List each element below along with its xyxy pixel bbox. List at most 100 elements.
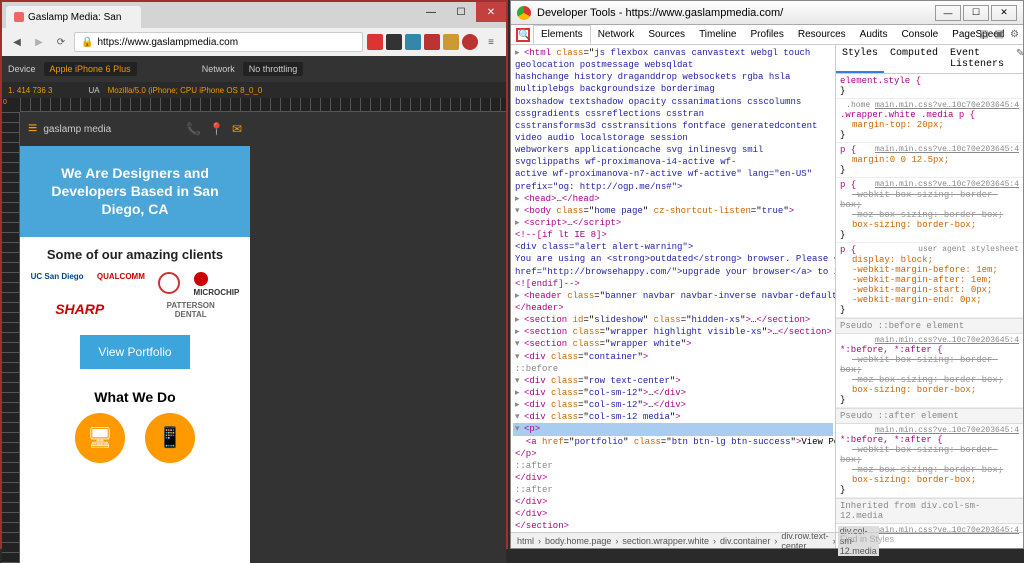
hamburger-icon[interactable]: ≡ — [28, 120, 37, 138]
tab-network[interactable]: Network — [591, 26, 642, 43]
ext-icon-6[interactable] — [462, 34, 478, 50]
hero-heading: We Are Designers and Developers Based in… — [20, 146, 250, 237]
view-portfolio-button[interactable]: View Portfolio — [80, 335, 189, 369]
inherited-col-header: Inherited from div.col-sm-12.media — [836, 498, 1023, 524]
network-selector[interactable]: No throttling — [243, 62, 304, 76]
tab-audits[interactable]: Audits — [853, 26, 895, 43]
client-number-logo — [158, 272, 180, 294]
crumb[interactable]: body.home.page — [543, 536, 613, 546]
mobile-icon[interactable]: 📱 — [145, 413, 195, 463]
element-style-header: element.style { — [840, 76, 921, 86]
location-icon[interactable]: 📍 — [209, 122, 224, 136]
find-in-styles-input[interactable]: Find in Styles — [835, 532, 1023, 548]
devtools-titlebar: Developer Tools - https://www.gaslampmed… — [511, 1, 1023, 25]
crumb[interactable]: div.row.text-center — [779, 531, 830, 551]
desktop-icon[interactable]: 🖥 — [75, 413, 125, 463]
ext-icon-1[interactable] — [367, 34, 383, 50]
reload-button[interactable]: ⟳ — [52, 33, 70, 51]
tab-elements[interactable]: Elements — [533, 25, 591, 44]
rule-selector: p { — [840, 145, 856, 155]
crumb[interactable]: div.container — [718, 536, 772, 546]
ext-icon-5[interactable] — [443, 34, 459, 50]
elements-panel[interactable]: ▸<html class="js flexbox canvas canvaste… — [511, 45, 835, 535]
tab-title: Gaslamp Media: San — [28, 12, 121, 23]
crumb[interactable]: section.wrapper.white — [620, 536, 711, 546]
device-dims: 1. 414 736 3 — [8, 86, 52, 95]
forward-button[interactable]: ▶ — [30, 33, 48, 51]
device-label: Device — [8, 64, 36, 74]
vertical-ruler — [2, 112, 20, 563]
dt-close-button[interactable]: ✕ — [991, 5, 1017, 21]
what-we-do-heading: What We Do — [20, 377, 250, 413]
pseudo-after-header: Pseudo ::after element — [836, 408, 1023, 424]
mobile-viewport: ≡ gaslamp media 📞 📍 ✉ We Are Designers a… — [20, 112, 250, 563]
menu-button[interactable]: ≡ — [482, 33, 500, 51]
lock-icon: 🔒 — [81, 37, 93, 48]
dt-maximize-button[interactable]: ☐ — [963, 5, 989, 21]
tab-resources[interactable]: Resources — [791, 26, 853, 43]
network-label: Network — [202, 64, 235, 74]
dt-minimize-button[interactable]: — — [935, 5, 961, 21]
css-property: -webkit-margin-start: 0px; — [840, 285, 992, 295]
phone-icon[interactable]: 📞 — [186, 122, 201, 136]
tab-sources[interactable]: Sources — [641, 26, 692, 43]
browser-window: — ☐ ✕ Gaslamp Media: San ◀ ▶ ⟳ 🔒 https:/… — [0, 0, 508, 549]
devtools-title: Developer Tools - https://www.gaslampmed… — [537, 7, 783, 19]
back-button[interactable]: ◀ — [8, 33, 26, 51]
css-property[interactable]: box-sizing: border-box; — [840, 220, 976, 230]
event-listeners-tab[interactable]: Event Listeners — [944, 45, 1010, 73]
extension-icons — [367, 34, 478, 50]
favicon-icon — [14, 12, 24, 22]
rule-selector: p { — [840, 245, 856, 255]
ua-stylesheet-label: user agent stylesheet — [918, 245, 1019, 254]
src-link[interactable]: main.min.css?ve…10c70e203645:4 — [875, 145, 1019, 154]
client-sharp: SHARP — [55, 301, 104, 319]
drawer-toggle-icon[interactable]: ▤ — [979, 29, 988, 40]
tab-timeline[interactable]: Timeline — [692, 26, 743, 43]
client-ucsd: UC San Diego — [31, 272, 84, 297]
styles-tabs: Styles Computed Event Listeners ✎+≡ — [836, 45, 1023, 74]
new-rule-icon[interactable]: ✎ — [1016, 48, 1023, 70]
client-logos-grid: UC San Diego QUALCOMM MICROCHIP SHARP PA… — [20, 272, 250, 327]
ruler-origin: 0 — [2, 98, 20, 112]
inspect-button-highlight[interactable]: 🔍 — [516, 28, 530, 42]
ext-icon-4[interactable] — [424, 34, 440, 50]
device-selector[interactable]: Apple iPhone 6 Plus — [44, 62, 137, 76]
device-preview-area: 0 ≡ gaslamp media 📞 📍 ✉ We Are Designers… — [2, 98, 506, 563]
css-property: display: block; — [840, 255, 933, 265]
elements-breadcrumb[interactable]: html› body.home.page› section.wrapper.wh… — [511, 532, 835, 548]
css-property[interactable]: margin:0 0 12.5px; — [840, 155, 949, 165]
mail-icon[interactable]: ✉ — [232, 122, 242, 136]
css-property: -webkit-margin-end: 0px; — [840, 295, 982, 305]
url-text: https://www.gaslampmedia.com — [97, 37, 238, 48]
computed-tab[interactable]: Computed — [884, 45, 944, 73]
selected-element[interactable]: ▾<p> — [513, 423, 833, 435]
ext-icon-2[interactable] — [386, 34, 402, 50]
css-property: -webkit-margin-after: 1em; — [840, 275, 992, 285]
browser-tab[interactable]: Gaslamp Media: San — [6, 6, 141, 28]
chrome-icon — [517, 6, 531, 20]
site-navbar: ≡ gaslamp media 📞 📍 ✉ — [20, 112, 250, 146]
styles-tab[interactable]: Styles — [836, 45, 884, 73]
src-link[interactable]: main.min.css?ve…10c70e203645:4 — [875, 180, 1019, 189]
ext-icon-3[interactable] — [405, 34, 421, 50]
src-link[interactable]: main.min.css?ve…10c70e203645:4 — [875, 101, 1019, 110]
src-link[interactable]: main.min.css?ve…10c70e203645:4 — [875, 426, 1019, 435]
tab-profiles[interactable]: Profiles — [743, 26, 790, 43]
css-property[interactable]: margin-top: 20px; — [840, 120, 944, 130]
crumb[interactable]: html — [515, 536, 536, 546]
html-class-attrs: js flexbox canvas canvastext webgl touch… — [515, 48, 823, 192]
minimize-button[interactable]: — — [416, 2, 446, 22]
src-link[interactable]: main.min.css?ve…10c70e203645:4 — [875, 336, 1019, 345]
gear-icon[interactable]: ⚙ — [1010, 29, 1019, 40]
address-bar[interactable]: 🔒 https://www.gaslampmedia.com — [74, 32, 363, 52]
rule-selector: p { — [840, 180, 856, 190]
close-button[interactable]: ✕ — [476, 2, 506, 22]
dock-toggle-icon[interactable]: ▣ — [995, 29, 1004, 40]
css-property-strike[interactable]: -webkit-box-sizing: border-box; — [840, 190, 998, 210]
maximize-button[interactable]: ☐ — [446, 2, 476, 22]
client-patterson: PATTERSON DENTAL — [167, 301, 215, 319]
styles-panel[interactable]: Styles Computed Event Listeners ✎+≡ elem… — [835, 45, 1023, 535]
css-property-strike[interactable]: -moz-box-sizing: border-box; — [840, 210, 1003, 220]
tab-console[interactable]: Console — [894, 26, 945, 43]
